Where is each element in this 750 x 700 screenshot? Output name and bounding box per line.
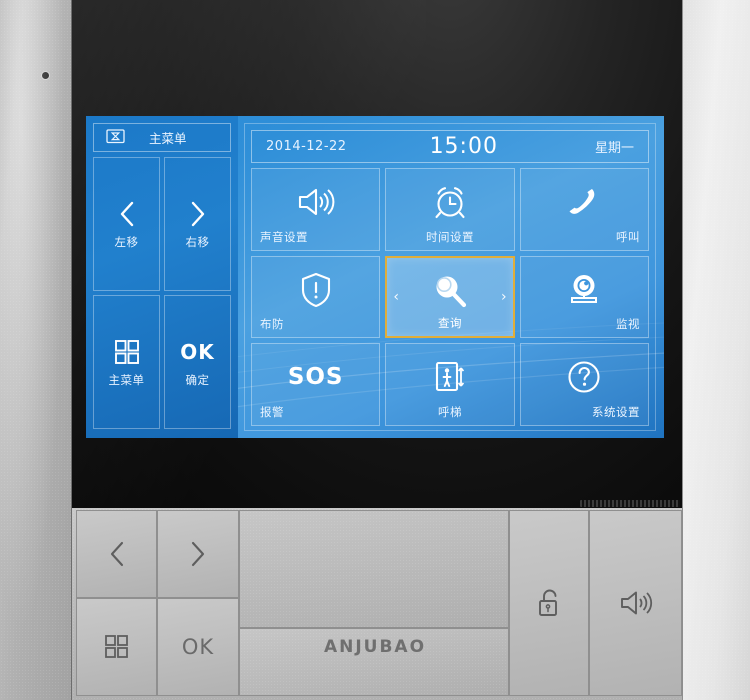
chevron-left-icon: [106, 539, 128, 569]
menu-tile-grid: 声音设置 时间设置 呼叫 布防 ‹ › 查询 监视 SOS 报警 呼梯 系统设置: [251, 168, 649, 426]
panel-texture: [240, 511, 508, 627]
tile-time-settings[interactable]: 时间设置: [385, 168, 515, 251]
intercom-device: 主菜单 左移 右移 主菜单 OK 确定 2014-12-22 15:00 星期一…: [0, 0, 750, 700]
ok-text: OK: [181, 635, 215, 659]
speaker-grille: [580, 500, 680, 507]
nav-title-label: 主菜单: [149, 131, 187, 146]
nav-title-bar: 主菜单: [93, 123, 231, 152]
hw-left-key[interactable]: [76, 510, 157, 598]
tile-call[interactable]: 呼叫: [519, 168, 649, 251]
sos-text: SOS: [287, 364, 344, 391]
lcd-screen: 主菜单 左移 右移 主菜单 OK 确定 2014-12-22 15:00 星期一…: [86, 116, 664, 438]
nav-button-ok[interactable]: OK 确定: [164, 295, 231, 429]
screen-hourglass-icon: [106, 128, 125, 147]
nav-button-left-label: 左移: [114, 234, 139, 249]
tile-arm-security[interactable]: 布防: [251, 255, 381, 339]
status-bar: 2014-12-22 15:00 星期一: [251, 130, 649, 163]
status-weekday: 星期一: [594, 141, 634, 156]
status-time: 15:00: [429, 134, 498, 159]
nav-button-left[interactable]: 左移: [93, 157, 160, 291]
tile-system-settings-label: 系统设置: [591, 404, 640, 419]
microphone-pinhole: [42, 72, 49, 79]
bezel-texture: [683, 0, 750, 700]
left-bezel: [0, 0, 72, 700]
chevron-left-icon: [117, 199, 137, 229]
alarm-clock-icon: [386, 182, 513, 222]
chevron-right-icon: [188, 199, 208, 229]
chevron-right-icon: [187, 539, 209, 569]
bezel-texture: [0, 0, 71, 700]
padlock-unlock-icon: [536, 587, 562, 619]
hw-right-key[interactable]: [157, 510, 239, 598]
tile-monitor[interactable]: 监视: [519, 255, 649, 339]
grid-four-squares-icon: [114, 337, 140, 367]
nav-button-right[interactable]: 右移: [164, 157, 231, 291]
tile-call-elevator-label: 呼梯: [437, 404, 462, 419]
hw-speaker-key[interactable]: [589, 510, 682, 696]
brand-logo: ANJUBAO: [323, 637, 427, 657]
hw-unlock-key[interactable]: [509, 510, 589, 696]
nav-button-mainmenu-label: 主菜单: [108, 372, 145, 387]
tile-time-settings-label: 时间设置: [425, 229, 474, 244]
nav-button-right-label: 右移: [185, 234, 210, 249]
nav-pane: 主菜单 左移 右移 主菜单 OK 确定: [86, 116, 238, 438]
center-blank-panel: [239, 510, 509, 628]
tile-call-elevator[interactable]: 呼梯: [385, 343, 515, 426]
ok-text: OK: [180, 339, 215, 364]
speaker-volume-icon: [252, 182, 379, 222]
shield-alert-icon: [252, 270, 379, 310]
tile-call-label: 呼叫: [615, 229, 640, 244]
question-circle-icon: [521, 357, 648, 397]
tile-sound-settings[interactable]: 声音设置: [251, 168, 381, 251]
phone-handset-icon: [521, 182, 648, 222]
nav-button-ok-label: 确定: [185, 372, 210, 387]
cctv-camera-icon: [521, 270, 648, 310]
speaker-volume-icon: [619, 589, 653, 617]
grid-four-squares-icon: [104, 634, 130, 660]
tile-alarm-sos[interactable]: SOS 报警: [251, 343, 381, 426]
tile-monitor-label: 监视: [615, 317, 640, 332]
tile-sound-settings-label: 声音设置: [260, 229, 308, 244]
elevator-call-icon: [386, 357, 513, 397]
right-bezel: [682, 0, 750, 700]
hw-menu-key[interactable]: [76, 598, 157, 696]
tile-query[interactable]: ‹ › 查询: [385, 255, 515, 339]
tile-system-settings[interactable]: 系统设置: [519, 343, 649, 426]
tile-query-label: 查询: [437, 316, 462, 331]
tile-arm-security-label: 布防: [260, 317, 284, 332]
tile-alarm-sos-label: 报警: [260, 404, 284, 419]
hw-ok-key[interactable]: OK: [157, 598, 239, 696]
magnifier-search-icon: [387, 271, 512, 311]
content-pane: 2014-12-22 15:00 星期一 声音设置 时间设置 呼叫 布防 ‹ ›…: [244, 123, 656, 431]
nav-button-grid: 左移 右移 主菜单 OK 确定: [93, 157, 231, 429]
nav-button-mainmenu[interactable]: 主菜单: [93, 295, 160, 429]
